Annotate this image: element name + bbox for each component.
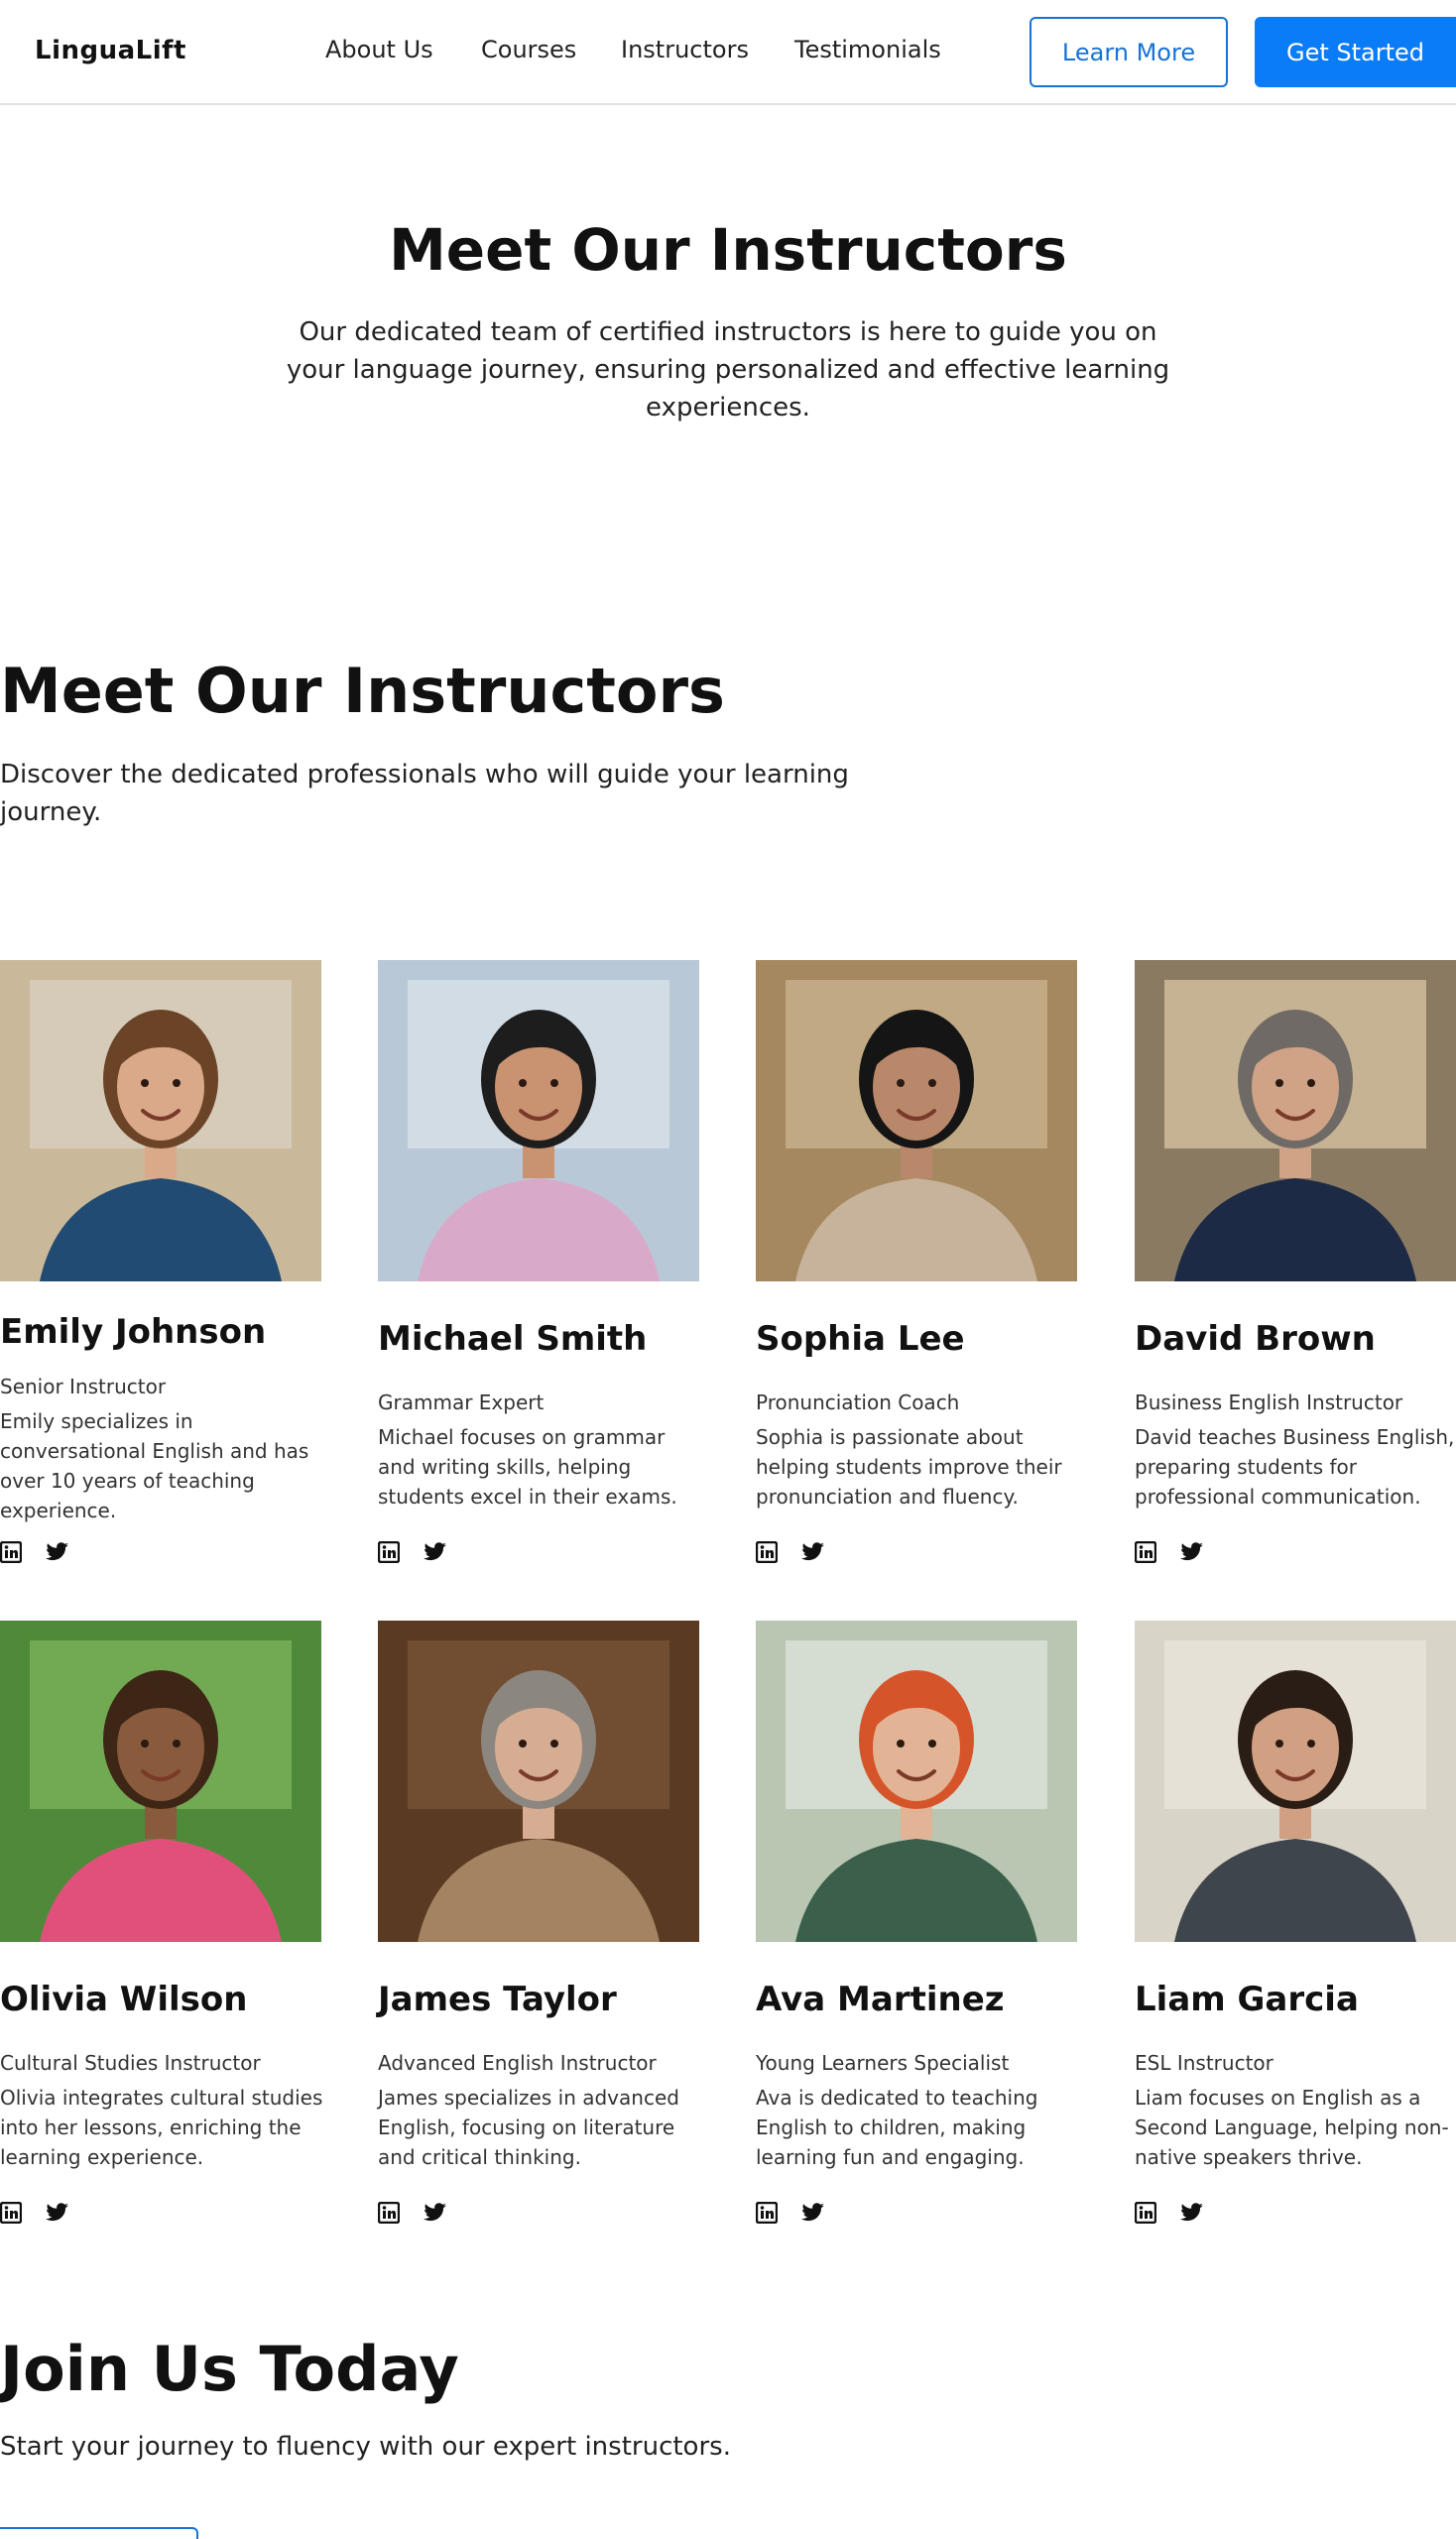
social-links bbox=[378, 2202, 447, 2224]
social-links bbox=[378, 1541, 447, 1563]
instructor-card: Olivia Wilson Cultural Studies Instructor… bbox=[0, 1621, 322, 2224]
nav-link-instructors[interactable]: Instructors bbox=[621, 36, 749, 63]
logo[interactable]: LinguaLift bbox=[35, 36, 186, 65]
instructor-bio: James specializes in advanced English, f… bbox=[378, 2086, 679, 2169]
instructor-photo bbox=[0, 960, 321, 1281]
instructor-name: James Taylor bbox=[378, 1980, 617, 2019]
social-links bbox=[756, 1541, 825, 1563]
instructor-name: Michael Smith bbox=[378, 1319, 648, 1359]
linkedin-icon[interactable] bbox=[1135, 2202, 1156, 2224]
twitter-icon[interactable] bbox=[424, 2202, 447, 2224]
instructor-name: Liam Garcia bbox=[1135, 1980, 1359, 2019]
instructor-role: Young Learners Specialist bbox=[756, 2051, 1010, 2075]
twitter-icon[interactable] bbox=[1180, 1541, 1204, 1563]
instructor-card: Sophia Lee Pronunciation Coach Sophia is p… bbox=[756, 960, 1077, 1563]
instructor-name: Emily Johnson bbox=[0, 1312, 267, 1352]
twitter-icon[interactable] bbox=[46, 2202, 69, 2224]
twitter-icon[interactable] bbox=[424, 1541, 447, 1563]
social-links bbox=[1135, 2202, 1204, 2224]
social-links bbox=[0, 1541, 69, 1563]
instructor-bio: Michael focuses on grammar and writing s… bbox=[378, 1425, 677, 1509]
nav-link-courses[interactable]: Courses bbox=[481, 36, 576, 63]
linkedin-icon[interactable] bbox=[378, 1541, 400, 1563]
social-links bbox=[0, 2202, 69, 2224]
instructor-card: Emily Johnson Senior Instructor Emily spec… bbox=[0, 960, 321, 1563]
instructor-bio: Ava is dedicated to teaching English to … bbox=[756, 2086, 1038, 2169]
instructor-role: Business English Instructor bbox=[1135, 1390, 1403, 1414]
linkedin-icon[interactable] bbox=[1135, 1541, 1156, 1563]
instructor-role: Advanced English Instructor bbox=[378, 2051, 657, 2075]
instructor-card: Liam Garcia ESL Instructor Liam focuses on… bbox=[1135, 1621, 1456, 2224]
instructor-photo bbox=[0, 1621, 321, 1942]
linkedin-icon[interactable] bbox=[756, 2202, 778, 2224]
linkedin-icon[interactable] bbox=[378, 2202, 400, 2224]
instructor-role: Grammar Expert bbox=[378, 1390, 545, 1414]
linkedin-icon[interactable] bbox=[0, 1541, 22, 1563]
instructor-bio: David teaches Business English, preparin… bbox=[1135, 1425, 1455, 1509]
instructor-name: Olivia Wilson bbox=[0, 1980, 248, 2019]
instructor-role: Senior Instructor bbox=[0, 1375, 167, 1398]
instructor-card: James Taylor Advanced English Instructor J… bbox=[378, 1621, 699, 2224]
social-links bbox=[756, 2202, 825, 2224]
instructor-photo bbox=[756, 960, 1077, 1281]
instructor-photo bbox=[378, 960, 699, 1281]
learn-more-button[interactable]: Learn More bbox=[1030, 17, 1228, 87]
instructor-role: ESL Instructor bbox=[1135, 2051, 1274, 2075]
social-links bbox=[1135, 1541, 1204, 1563]
twitter-icon[interactable] bbox=[1180, 2202, 1204, 2224]
instructor-name: David Brown bbox=[1135, 1319, 1376, 1359]
join-subtitle: Start your journey to fluency with our e… bbox=[0, 2432, 731, 2462]
twitter-icon[interactable] bbox=[801, 2202, 825, 2224]
join-title: Join Us Today bbox=[0, 2333, 459, 2405]
instructor-card: Ava Martinez Young Learners Specialist Ava… bbox=[756, 1621, 1077, 2224]
instructor-name: Ava Martinez bbox=[756, 1980, 1005, 2019]
instructor-card: David Brown Business English Instructor Da… bbox=[1135, 960, 1456, 1563]
instructors-section-subtitle: Discover the dedicated professionals who… bbox=[0, 760, 849, 827]
instructor-photo bbox=[378, 1621, 699, 1942]
instructor-card: Michael Smith Grammar Expert Michael focus… bbox=[378, 960, 699, 1563]
twitter-icon[interactable] bbox=[801, 1541, 825, 1563]
top-navbar: LinguaLift About Us Courses Instructors … bbox=[0, 0, 1456, 105]
instructor-bio: Olivia integrates cultural studies into … bbox=[0, 2086, 323, 2169]
instructor-name: Sophia Lee bbox=[756, 1319, 965, 1359]
instructor-role: Pronunciation Coach bbox=[756, 1390, 960, 1414]
instructor-photo bbox=[756, 1621, 1077, 1942]
hero-subtitle: Our dedicated team of certified instruct… bbox=[286, 317, 1170, 423]
twitter-icon[interactable] bbox=[46, 1541, 69, 1563]
nav-link-about-us[interactable]: About Us bbox=[325, 36, 433, 63]
instructor-role: Cultural Studies Instructor bbox=[0, 2051, 261, 2075]
instructor-bio: Emily specializes in conversational Engl… bbox=[0, 1409, 309, 1522]
instructor-photo bbox=[1135, 960, 1456, 1281]
linkedin-icon[interactable] bbox=[0, 2202, 22, 2224]
instructor-bio: Sophia is passionate about helping stude… bbox=[756, 1425, 1062, 1509]
instructor-bio: Liam focuses on English as a Second Lang… bbox=[1135, 2086, 1449, 2169]
instructors-section-title: Meet Our Instructors bbox=[0, 655, 725, 727]
linkedin-icon[interactable] bbox=[756, 1541, 778, 1563]
nav-link-testimonials[interactable]: Testimonials bbox=[794, 36, 941, 63]
instructor-photo bbox=[1135, 1621, 1456, 1942]
hero-title: Meet Our Instructors bbox=[389, 216, 1067, 284]
join-button[interactable] bbox=[0, 2527, 198, 2539]
get-started-button[interactable]: Get Started bbox=[1255, 17, 1456, 87]
